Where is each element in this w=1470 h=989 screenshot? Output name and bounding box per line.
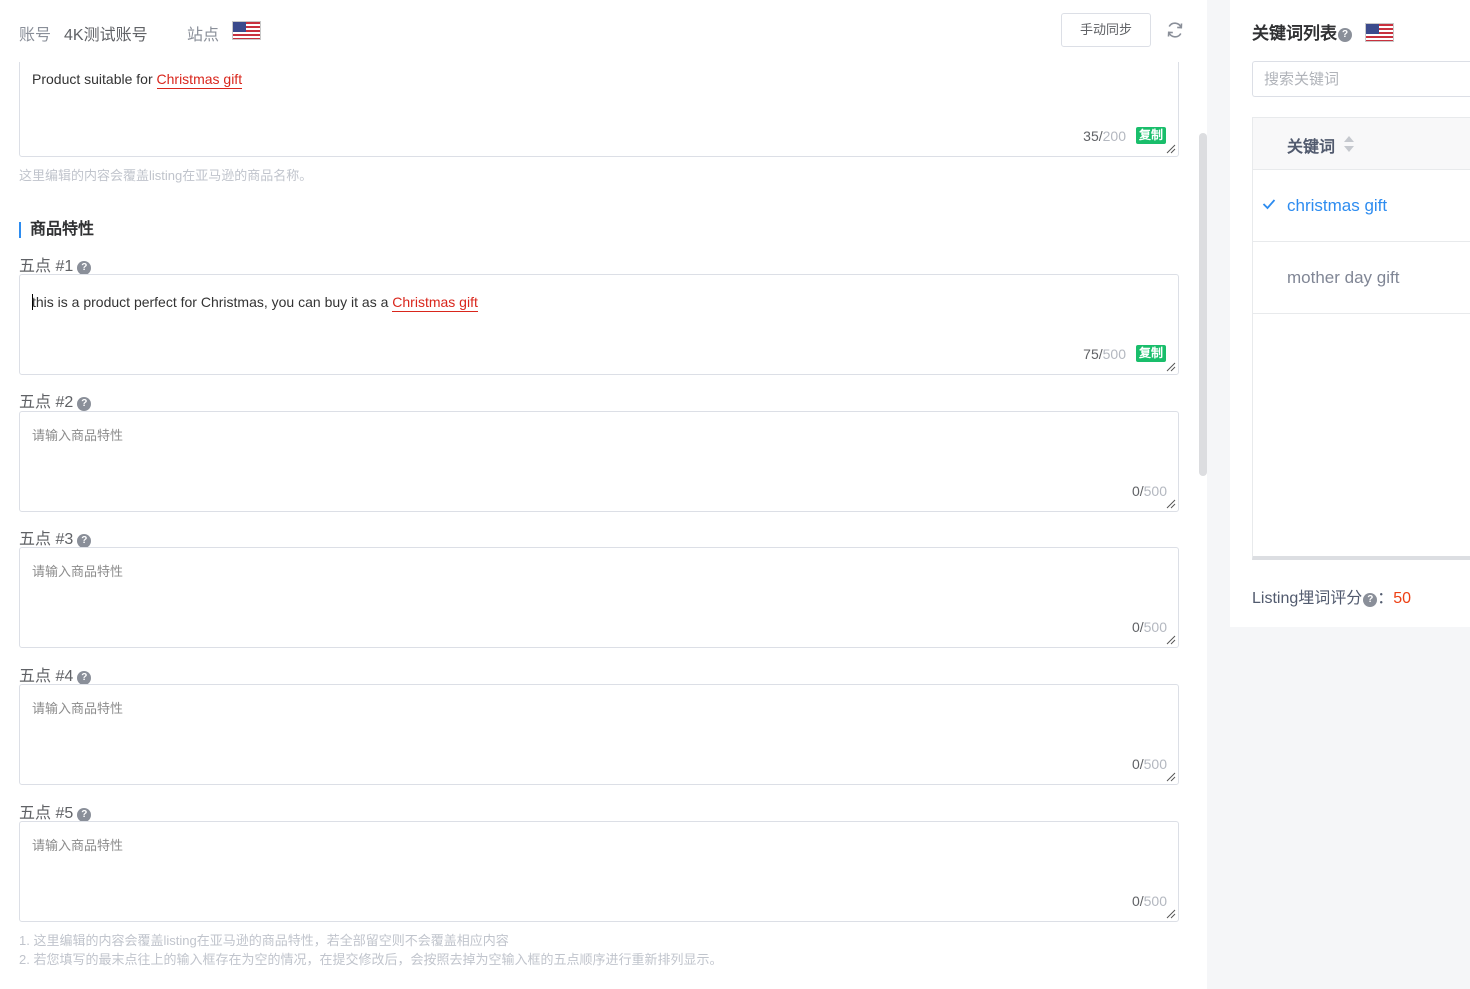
refresh-icon[interactable] (1165, 20, 1185, 40)
char-counter: 0/500 (1131, 893, 1167, 909)
product-title-input[interactable]: Product suitable for Christmas gift 35/2… (19, 56, 1179, 157)
bullet-2-label: 五点 #2? (19, 388, 92, 412)
bullet-2-placeholder: 请输入商品特性 (32, 428, 124, 443)
bullet-1-label: 五点 #1? (19, 252, 92, 276)
keyword-highlight: Christmas gift (156, 71, 243, 89)
resize-handle-icon[interactable] (1165, 361, 1176, 372)
bullet-4-input[interactable]: 请输入商品特性 0/500 (19, 684, 1179, 785)
bullet-5-label: 五点 #5? (19, 799, 92, 823)
resize-handle-icon[interactable] (1165, 908, 1176, 919)
bullet-3-placeholder: 请输入商品特性 (32, 564, 124, 579)
bullet-4-placeholder: 请输入商品特性 (32, 701, 124, 716)
char-counter: 75/500 (1083, 346, 1126, 362)
site-label: 站点 (187, 27, 220, 44)
listing-editor-panel: 账号 4K测试账号 站点 手动同步 Product suitable for C… (0, 0, 1207, 989)
keyword-search-input[interactable] (1253, 62, 1470, 96)
us-flag-icon (232, 21, 261, 40)
sort-icon[interactable] (1343, 135, 1355, 153)
section-title-features: 商品特性 (19, 222, 94, 238)
keyword-list-title: 关键词列表? (1252, 19, 1394, 44)
char-counter: 0/500 (1131, 483, 1167, 499)
scrollbar-thumb[interactable] (1199, 133, 1207, 476)
keyword-sidebar: 关键词列表? 关键词 christmas gift mother day gif… (1230, 0, 1470, 627)
resize-handle-icon[interactable] (1165, 771, 1176, 782)
help-icon[interactable]: ? (1363, 593, 1378, 607)
bullet-1-text: this is a product perfect for Christmas,… (32, 294, 478, 312)
copy-button[interactable]: 复制 (1135, 127, 1166, 144)
resize-handle-icon[interactable] (1165, 634, 1176, 645)
help-icon[interactable]: ? (77, 261, 92, 275)
help-icon[interactable]: ? (1338, 28, 1352, 42)
keyword-search[interactable] (1252, 61, 1470, 97)
resize-handle-icon[interactable] (1165, 498, 1176, 509)
char-counter: 35/200 (1083, 128, 1126, 144)
help-icon[interactable]: ? (77, 397, 92, 411)
top-bar: 账号 4K测试账号 站点 手动同步 (0, 0, 1207, 62)
check-icon (1262, 199, 1276, 210)
account-value: 4K测试账号 (64, 27, 148, 44)
account-label: 账号 (19, 27, 52, 44)
keyword-highlight: Christmas gift (392, 294, 478, 312)
keyword-table: 关键词 christmas gift mother day gift (1252, 117, 1470, 560)
us-flag-icon (1365, 23, 1394, 42)
keyword-text: christmas gift (1287, 196, 1388, 215)
bullet-2-input[interactable]: 请输入商品特性 0/500 (19, 411, 1179, 512)
title-text: Product suitable for Christmas gift (32, 71, 243, 89)
bullet-3-input[interactable]: 请输入商品特性 0/500 (19, 547, 1179, 648)
bullet-3-label: 五点 #3? (19, 525, 92, 549)
keyword-table-header[interactable]: 关键词 (1253, 118, 1470, 170)
char-counter: 0/500 (1131, 619, 1167, 635)
help-icon[interactable]: ? (77, 671, 92, 685)
manual-sync-button[interactable]: 手动同步 (1061, 13, 1151, 47)
bullet-5-placeholder: 请输入商品特性 (32, 838, 124, 853)
help-icon[interactable]: ? (77, 808, 92, 822)
column-header-keyword: 关键词 (1287, 139, 1336, 156)
copy-button[interactable]: 复制 (1135, 345, 1166, 362)
keyword-text: mother day gift (1287, 268, 1400, 287)
listing-score: Listing埋词评分? ：50 (1252, 590, 1412, 607)
bullet-4-label: 五点 #4? (19, 662, 92, 686)
resize-handle-icon[interactable] (1165, 143, 1176, 154)
score-value: 50 (1393, 590, 1412, 607)
features-note-2: 2. 若您填写的最末点往上的输入框存在为空的情况，在提交修改后，会按照去掉为空输… (19, 952, 723, 967)
bullet-1-input[interactable]: this is a product perfect for Christmas,… (19, 274, 1179, 375)
help-icon[interactable]: ? (77, 534, 92, 548)
keyword-row[interactable]: mother day gift (1253, 242, 1470, 314)
features-note-1: 1. 这里编辑的内容会覆盖listing在亚马逊的商品特性，若全部留空则不会覆盖… (19, 933, 509, 948)
char-counter: 0/500 (1131, 756, 1167, 772)
title-hint: 这里编辑的内容会覆盖listing在亚马逊的商品名称。 (19, 168, 313, 183)
keyword-row[interactable]: christmas gift (1253, 170, 1470, 242)
bullet-5-input[interactable]: 请输入商品特性 0/500 (19, 821, 1179, 922)
